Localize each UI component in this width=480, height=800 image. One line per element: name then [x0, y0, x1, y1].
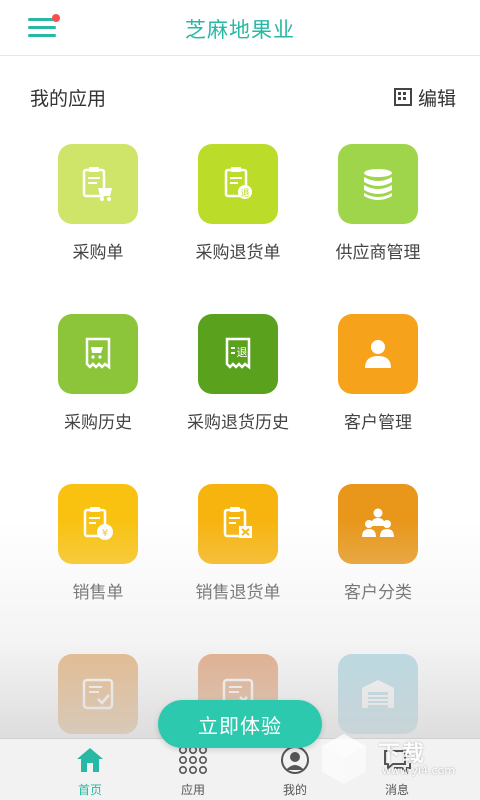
nav-label: 首页: [77, 783, 102, 797]
app-label: 采购历史: [64, 413, 132, 433]
app-purchase-return[interactable]: 退 采购退货单: [158, 144, 318, 263]
watermark: 下载 www.yi4.com: [318, 730, 478, 790]
cube-logo-icon: [322, 734, 366, 784]
app-purchase-history[interactable]: 采购历史: [18, 314, 178, 433]
svg-text:¥: ¥: [102, 528, 108, 539]
app-purchase-order[interactable]: 采购单: [18, 144, 178, 263]
app-sales-return[interactable]: 销售退货单: [158, 484, 318, 603]
warehouse-icon: [338, 654, 418, 734]
edit-label: 编辑: [417, 87, 456, 110]
nav-home[interactable]: 首页: [50, 745, 130, 798]
app-customer-management[interactable]: 客户管理: [298, 314, 458, 433]
clipboard-return-icon: 退: [198, 144, 278, 224]
app-supplier-management[interactable]: 供应商管理: [298, 144, 458, 263]
svg-text:退: 退: [237, 346, 248, 359]
section-title: 我的应用: [30, 88, 107, 110]
grid-icon: [393, 88, 412, 106]
edit-button[interactable]: 编辑: [393, 84, 456, 110]
app-label: 采购退货历史: [187, 413, 289, 433]
app-header: 芝麻地果业: [0, 0, 480, 56]
app-label: 销售退货单: [195, 583, 281, 603]
dots-grid-icon: [178, 745, 208, 775]
receipt-return-icon: 退: [198, 314, 278, 394]
try-now-button[interactable]: 立即体验: [158, 700, 322, 748]
nav-apps[interactable]: 应用: [153, 745, 233, 798]
app-title: 芝麻地果业: [185, 18, 295, 42]
user-circle-icon: [280, 745, 310, 775]
app-label: 销售单: [72, 583, 124, 603]
app-sales-order[interactable]: ¥ 销售单: [18, 484, 178, 603]
app-label: 采购退货单: [195, 243, 281, 263]
app-label: 采购单: [72, 243, 124, 263]
watermark-url: www.yi4.com: [382, 764, 456, 777]
home-icon: [75, 745, 105, 775]
app-purchase-return-history[interactable]: 退 采购退货历史: [158, 314, 318, 433]
clipboard-cancel-icon: [198, 484, 278, 564]
clipboard-cart-icon: [58, 144, 138, 224]
app-item-10[interactable]: [18, 654, 178, 748]
inbox-check-icon: [58, 654, 138, 734]
person-icon: [338, 314, 418, 394]
database-icon: [338, 144, 418, 224]
app-label: 供应商管理: [335, 243, 421, 263]
clipboard-yen-icon: ¥: [58, 484, 138, 564]
receipt-cart-icon: [58, 314, 138, 394]
nav-label: 应用: [180, 783, 205, 797]
svg-text:退: 退: [240, 188, 249, 199]
app-label: 客户管理: [344, 413, 412, 433]
app-label: 客户分类: [344, 583, 412, 603]
group-people-icon: [338, 484, 418, 564]
app-customer-category[interactable]: 客户分类: [298, 484, 458, 603]
